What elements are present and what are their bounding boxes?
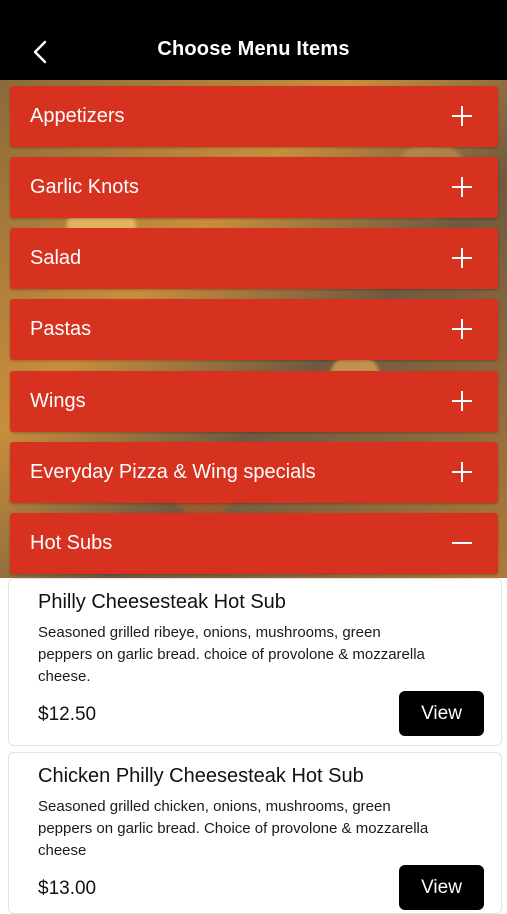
plus-icon [452,462,472,482]
view-button[interactable]: View [399,865,484,910]
category-wings[interactable]: Wings [10,371,498,432]
minus-icon [452,533,472,553]
item-price: $13.00 [38,878,97,899]
category-garlic-knots[interactable]: Garlic Knots [10,157,498,218]
view-button[interactable]: View [399,691,484,736]
menu-item-card[interactable]: Chicken Philly Cheesesteak Hot Sub Seaso… [8,752,502,914]
plus-icon [452,106,472,126]
category-label: Everyday Pizza & Wing specials [30,461,316,483]
item-description: Seasoned grilled chicken, onions, mushro… [38,798,429,859]
item-name: Chicken Philly Cheesesteak Hot Sub [38,765,364,787]
item-description: Seasoned grilled ribeye, onions, mushroo… [38,624,425,685]
category-label: Appetizers [30,105,125,127]
top-bar: Choose Menu Items [0,0,507,80]
plus-icon [452,177,472,197]
category-appetizers[interactable]: Appetizers [10,86,498,147]
plus-icon [452,319,472,339]
item-name: Philly Cheesesteak Hot Sub [38,591,286,613]
menu-item-list[interactable]: Philly Cheesesteak Hot Sub Seasoned gril… [0,578,507,914]
category-pastas[interactable]: Pastas [10,299,498,360]
category-label: Wings [30,390,86,412]
category-salad[interactable]: Salad [10,228,498,289]
plus-icon [452,248,472,268]
category-everyday-specials[interactable]: Everyday Pizza & Wing specials [10,442,498,503]
menu-item-card[interactable]: Philly Cheesesteak Hot Sub Seasoned gril… [8,578,502,746]
plus-icon [452,391,472,411]
page-title: Choose Menu Items [157,38,350,60]
category-label: Pastas [30,318,92,340]
category-label: Hot Subs [30,532,113,554]
item-price: $12.50 [38,704,97,725]
category-label: Salad [30,247,82,269]
category-hot-subs[interactable]: Hot Subs [10,513,498,574]
category-label: Garlic Knots [30,176,139,198]
